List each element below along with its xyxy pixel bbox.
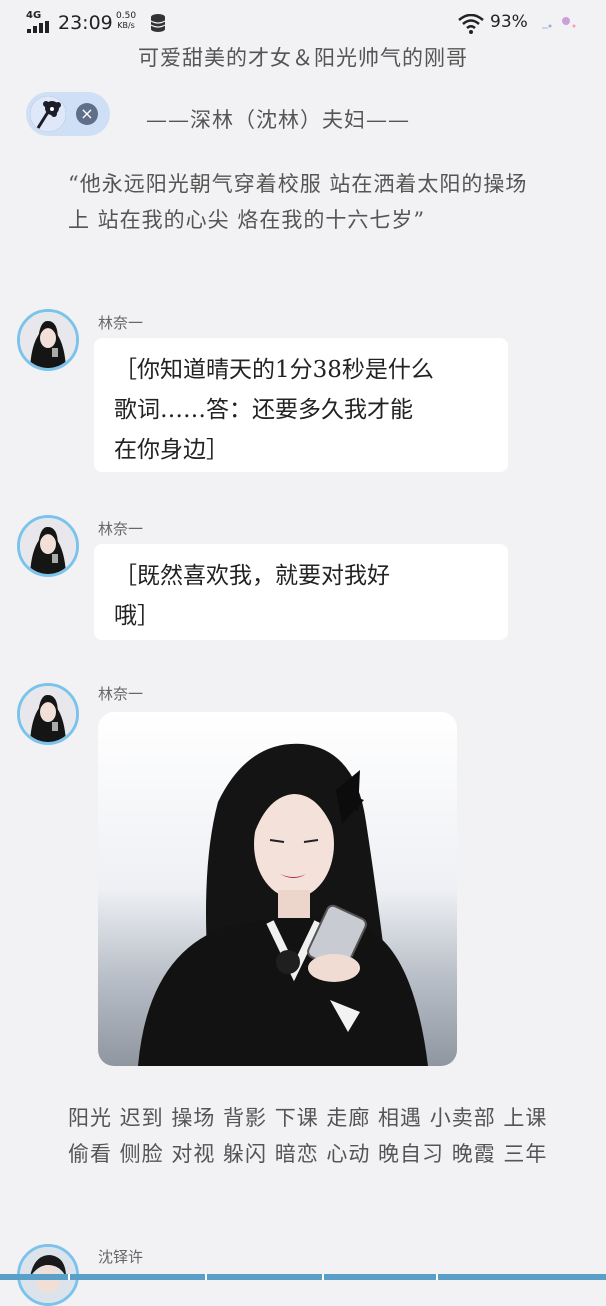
message-line: 在你身边］ [114,437,229,463]
sender-name: 林奈一 [98,314,144,332]
couple-name: ——深林（沈林）夫妇—— [146,108,410,132]
message-line: ［既然喜欢我，就要对我好 [114,563,390,589]
sender-name: 林奈一 [98,520,144,538]
battery-level: 93% [490,12,528,32]
bottom-strip [0,1274,606,1280]
wifi-icon [458,14,484,34]
net-speed-value: 0.50 [116,11,137,21]
avatar[interactable] [17,515,79,577]
keyword-tags: 阳光 迟到 操场 背影 下课 走廊 相遇 小卖部 上课 偷看 侧脸 对视 躲闪 … [68,1106,548,1166]
status-bar: 4G 23:09 0.50 KB/s 93% [0,0,606,46]
signal-icon [27,21,49,33]
message-photo[interactable] [98,712,457,1066]
close-icon[interactable]: × [76,103,98,125]
sender-name: 林奈一 [98,685,144,703]
message-bubble[interactable]: ［既然喜欢我，就要对我好 哦］ [94,544,508,640]
message-line: ［你知道晴天的1分38秒是什么 [114,357,434,383]
clock: 23:09 [58,12,113,34]
avatar-chip[interactable]: × [26,92,110,136]
message-line: 哦］ [114,603,160,629]
sender-name: 沈铎许 [98,1248,144,1266]
database-icon [150,14,166,32]
couple-title: 可爱甜美的才女＆阳光帅气的刚哥 [138,46,468,70]
net-speed-unit: KB/s [117,21,135,30]
avatar[interactable] [17,683,79,745]
chip-avatar [30,96,66,132]
network-type: 4G [26,10,42,21]
net-speed: 0.50 KB/s [116,11,136,31]
avatar[interactable] [17,309,79,371]
quote-text: “他永远阳光朝气穿着校服 站在洒着太阳的操场上 站在我的心尖 烙在我的十六七岁” [68,172,528,232]
message-bubble[interactable]: ［你知道晴天的1分38秒是什么 歌词……答：还要多久我才能 在你身边］ [94,338,508,472]
sticker-icon [542,17,576,29]
message-line: 歌词……答：还要多久我才能 [114,397,413,423]
